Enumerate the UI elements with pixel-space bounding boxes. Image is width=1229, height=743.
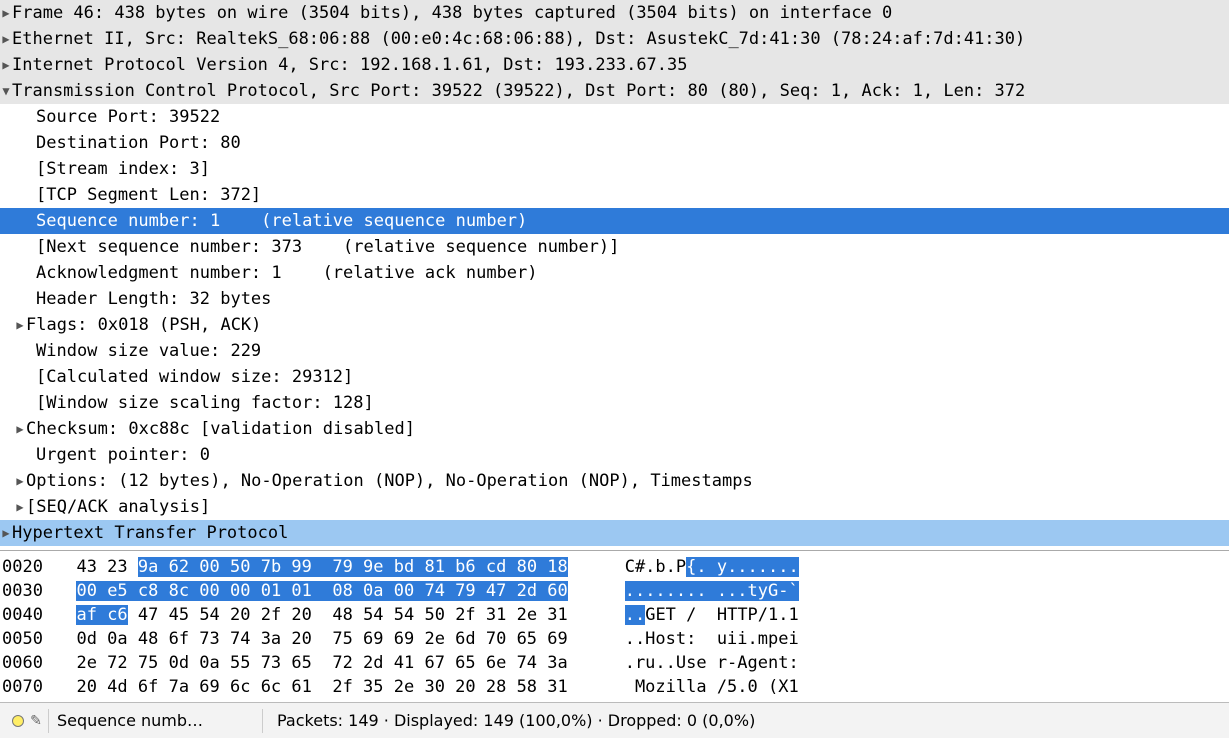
tcp-source-port[interactable]: Source Port: 39522 <box>0 104 1229 130</box>
note-icon[interactable]: ✎ <box>30 709 42 733</box>
chevron-right-icon: ▶ <box>14 468 26 494</box>
hex-ascii: Mozilla /5.0 (X1 <box>576 675 799 699</box>
spacer-icon <box>24 182 36 208</box>
tcp-dest-port-label: Destination Port: 80 <box>36 130 241 156</box>
hex-row[interactable]: 0040 af c6 47 45 54 20 2f 20 48 54 54 50… <box>0 603 1229 627</box>
hex-bytes: 00 e5 c8 8c 00 00 01 01 08 0a 00 74 79 4… <box>56 579 576 603</box>
tree-ip-label: Internet Protocol Version 4, Src: 192.16… <box>12 52 688 78</box>
hex-ascii: ........ ...tyG-` <box>576 579 799 603</box>
hex-row[interactable]: 0050 0d 0a 48 6f 73 74 3a 20 75 69 69 2e… <box>0 627 1229 651</box>
expert-info-icon[interactable] <box>12 715 24 727</box>
hex-row[interactable]: 0030 00 e5 c8 8c 00 00 01 01 08 0a 00 74… <box>0 579 1229 603</box>
tcp-calcwin-label: [Calculated window size: 29312] <box>36 364 353 390</box>
tcp-checksum-label: Checksum: 0xc88c [validation disabled] <box>26 416 415 442</box>
hex-ascii: C#.b.P{. y....... <box>576 555 799 579</box>
tcp-seglen-label: [TCP Segment Len: 372] <box>36 182 261 208</box>
spacer-icon <box>24 156 36 182</box>
spacer-icon <box>24 104 36 130</box>
spacer-icon <box>24 208 36 234</box>
tree-frame[interactable]: ▶ Frame 46: 438 bytes on wire (3504 bits… <box>0 0 1229 26</box>
hex-offset: 0040 <box>0 603 56 627</box>
status-icons: ✎ <box>0 709 48 733</box>
tcp-ack-number[interactable]: Acknowledgment number: 1 (relative ack n… <box>0 260 1229 286</box>
tree-ethernet[interactable]: ▶ Ethernet II, Src: RealtekS_68:06:88 (0… <box>0 26 1229 52</box>
hex-bytes: 43 23 9a 62 00 50 7b 99 79 9e bd 81 b6 c… <box>56 555 576 579</box>
hex-ascii: .ru..Use r-Agent: <box>576 651 799 675</box>
tcp-seqnum-label: Sequence number: 1 (relative sequence nu… <box>36 208 527 234</box>
tcp-calc-window[interactable]: [Calculated window size: 29312] <box>0 364 1229 390</box>
spacer-icon <box>24 338 36 364</box>
chevron-right-icon: ▶ <box>0 0 12 26</box>
tcp-acknum-label: Acknowledgment number: 1 (relative ack n… <box>36 260 538 286</box>
hex-bytes: af c6 47 45 54 20 2f 20 48 54 54 50 2f 3… <box>56 603 576 627</box>
tcp-flags[interactable]: ▶ Flags: 0x018 (PSH, ACK) <box>0 312 1229 338</box>
chevron-right-icon: ▶ <box>14 416 26 442</box>
tcp-stream-label: [Stream index: 3] <box>36 156 210 182</box>
spacer-icon <box>24 286 36 312</box>
chevron-right-icon: ▶ <box>0 520 12 546</box>
tree-tcp-label: Transmission Control Protocol, Src Port:… <box>12 78 1025 104</box>
hex-bytes: 2e 72 75 0d 0a 55 73 65 72 2d 41 67 65 6… <box>56 651 576 675</box>
hex-ascii: ..Host: uii.mpei <box>576 627 799 651</box>
tcp-urgent-pointer[interactable]: Urgent pointer: 0 <box>0 442 1229 468</box>
tree-http-label: Hypertext Transfer Protocol <box>12 520 288 546</box>
hex-offset: 0020 <box>0 555 56 579</box>
spacer-icon <box>24 234 36 260</box>
tcp-next-seq[interactable]: [Next sequence number: 373 (relative seq… <box>0 234 1229 260</box>
tcp-seq-ack-analysis[interactable]: ▶ [SEQ/ACK analysis] <box>0 494 1229 520</box>
tree-eth-label: Ethernet II, Src: RealtekS_68:06:88 (00:… <box>12 26 1025 52</box>
tcp-options[interactable]: ▶ Options: (12 bytes), No-Operation (NOP… <box>0 468 1229 494</box>
hex-offset: 0030 <box>0 579 56 603</box>
hex-offset: 0070 <box>0 675 56 699</box>
tcp-winsize-label: Window size value: 229 <box>36 338 261 364</box>
spacer-icon <box>24 364 36 390</box>
hex-offset: 0060 <box>0 651 56 675</box>
chevron-down-icon: ▼ <box>0 78 12 104</box>
status-packet-counts: Packets: 149 · Displayed: 149 (100,0%) ·… <box>262 709 1229 733</box>
tcp-segment-len[interactable]: [TCP Segment Len: 372] <box>0 182 1229 208</box>
tree-tcp[interactable]: ▼ Transmission Control Protocol, Src Por… <box>0 78 1229 104</box>
chevron-right-icon: ▶ <box>14 494 26 520</box>
chevron-right-icon: ▶ <box>0 26 12 52</box>
tcp-seqack-label: [SEQ/ACK analysis] <box>26 494 210 520</box>
hex-dump-pane[interactable]: 0020 43 23 9a 62 00 50 7b 99 79 9e bd 81… <box>0 550 1229 702</box>
hex-row[interactable]: 0020 43 23 9a 62 00 50 7b 99 79 9e bd 81… <box>0 555 1229 579</box>
chevron-right-icon: ▶ <box>14 312 26 338</box>
hex-bytes: 0d 0a 48 6f 73 74 3a 20 75 69 69 2e 6d 7… <box>56 627 576 651</box>
tcp-urgent-label: Urgent pointer: 0 <box>36 442 210 468</box>
tcp-window-scale[interactable]: [Window size scaling factor: 128] <box>0 390 1229 416</box>
tcp-hdrlen-label: Header Length: 32 bytes <box>36 286 271 312</box>
chevron-right-icon: ▶ <box>0 52 12 78</box>
tcp-stream-index[interactable]: [Stream index: 3] <box>0 156 1229 182</box>
hex-row[interactable]: 0070 20 4d 6f 7a 69 6c 6c 61 2f 35 2e 30… <box>0 675 1229 699</box>
tree-ip[interactable]: ▶ Internet Protocol Version 4, Src: 192.… <box>0 52 1229 78</box>
tree-http[interactable]: ▶ Hypertext Transfer Protocol <box>0 520 1229 546</box>
hex-row[interactable]: 0060 2e 72 75 0d 0a 55 73 65 72 2d 41 67… <box>0 651 1229 675</box>
tcp-options-label: Options: (12 bytes), No-Operation (NOP),… <box>26 468 753 494</box>
status-field-name: Sequence numb… <box>48 709 262 733</box>
tree-frame-label: Frame 46: 438 bytes on wire (3504 bits),… <box>12 0 892 26</box>
tcp-checksum[interactable]: ▶ Checksum: 0xc88c [validation disabled] <box>0 416 1229 442</box>
tcp-window-size[interactable]: Window size value: 229 <box>0 338 1229 364</box>
tcp-winscale-label: [Window size scaling factor: 128] <box>36 390 374 416</box>
tcp-dest-port[interactable]: Destination Port: 80 <box>0 130 1229 156</box>
hex-bytes: 20 4d 6f 7a 69 6c 6c 61 2f 35 2e 30 20 2… <box>56 675 576 699</box>
tcp-header-len[interactable]: Header Length: 32 bytes <box>0 286 1229 312</box>
spacer-icon <box>24 260 36 286</box>
spacer-icon <box>24 130 36 156</box>
status-bar: ✎ Sequence numb… Packets: 149 · Displaye… <box>0 702 1229 738</box>
tcp-source-port-label: Source Port: 39522 <box>36 104 220 130</box>
spacer-icon <box>24 390 36 416</box>
hex-ascii: ..GET / HTTP/1.1 <box>576 603 799 627</box>
tcp-sequence-number[interactable]: Sequence number: 1 (relative sequence nu… <box>0 208 1229 234</box>
spacer-icon <box>24 442 36 468</box>
tcp-flags-label: Flags: 0x018 (PSH, ACK) <box>26 312 261 338</box>
packet-details-pane[interactable]: ▶ Frame 46: 438 bytes on wire (3504 bits… <box>0 0 1229 550</box>
hex-offset: 0050 <box>0 627 56 651</box>
tcp-nextseq-label: [Next sequence number: 373 (relative seq… <box>36 234 619 260</box>
